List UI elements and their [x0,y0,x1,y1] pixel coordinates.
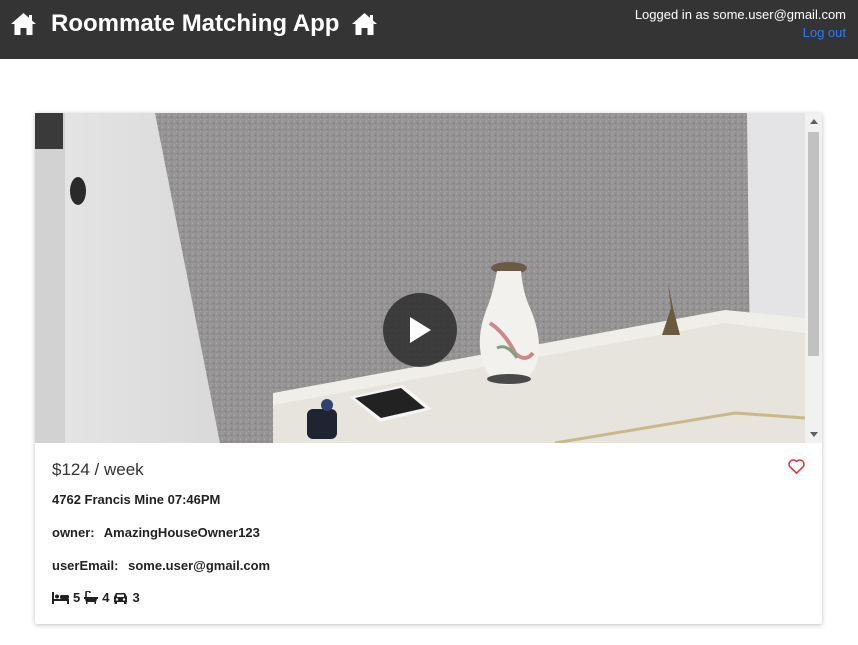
amenity-bathrooms: 4 [84,590,109,605]
bath-icon [84,591,99,604]
parking-count: 3 [132,590,140,605]
amenity-bedrooms: 5 [52,590,80,605]
scroll-up-arrow[interactable] [805,113,822,130]
scroll-down-arrow[interactable] [805,426,822,443]
play-icon [410,317,431,343]
video-frame [35,113,805,443]
brand[interactable]: Roommate Matching App [10,10,378,38]
listing-address-time: 4762 Francis Mine 07:46PM [52,492,221,507]
car-icon [114,592,128,604]
amenity-parking: 3 [113,590,140,605]
owner-value: AmazingHouseOwner123 [103,525,260,540]
user-email-label: userEmail: [52,558,119,573]
triangle-up-icon [809,119,818,124]
listing-owner: owner: AmazingHouseOwner123 [52,525,260,540]
listing-card: $124 / week 4762 Francis Mine 07:46PM ow… [35,113,822,624]
play-button[interactable] [383,293,457,367]
media-scrollbar[interactable] [805,113,822,443]
top-navbar: Roommate Matching App Logged in as some.… [0,0,858,59]
logout-link[interactable]: Log out [635,24,846,42]
logged-in-text: Logged in as some.user@gmail.com [634,7,846,22]
scroll-thumb[interactable] [808,132,819,356]
user-email-value: some.user@gmail.com [128,558,271,573]
bathroom-count: 4 [102,590,110,605]
listing-price: $124 / week [52,460,144,479]
amenities: 5 4 3 [52,590,144,605]
app-title: Roommate Matching App [51,10,340,37]
bedroom-count: 5 [73,590,81,605]
listing-user-email: userEmail: some.user@gmail.com [52,558,270,573]
bed-icon [52,591,69,604]
listing-video[interactable] [35,113,822,443]
owner-label: owner: [52,525,95,540]
triangle-down-icon [809,432,818,437]
user-info: Logged in as some.user@gmail.com Log out [635,6,846,42]
home-icon [352,13,378,35]
heart-icon[interactable] [788,459,805,474]
home-icon [11,13,36,35]
